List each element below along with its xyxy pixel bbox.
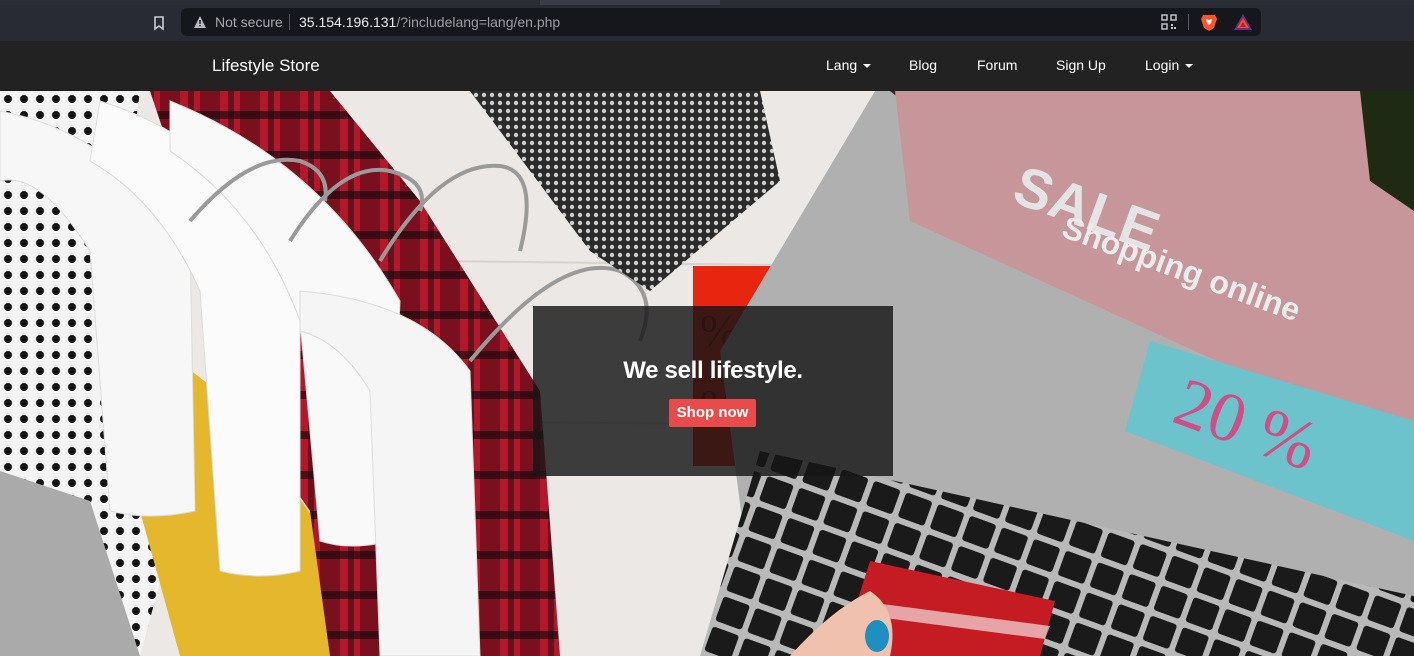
caret-down-icon [863, 64, 872, 69]
url-divider [289, 14, 290, 30]
nav-lang-label: Lang [826, 57, 858, 73]
nav-lang-dropdown[interactable]: Lang [826, 57, 872, 73]
warning-icon[interactable] [193, 15, 207, 29]
nav-forum-link[interactable]: Forum [977, 57, 1017, 73]
bookmark-icon[interactable] [150, 14, 168, 32]
hero-tagline: We sell lifestyle. [623, 357, 803, 384]
nav-signup-link[interactable]: Sign Up [1056, 57, 1106, 73]
hero-banner: %50 %20 SALE Shopping online 20 % We sel… [0, 91, 1414, 656]
nav-login-dropdown[interactable]: Login [1145, 57, 1194, 73]
brave-shields-icon[interactable] [1199, 12, 1219, 32]
brave-rewards-icon[interactable] [1233, 13, 1253, 31]
site-navbar: Lifestyle Store Lang Blog Forum Sign Up … [0, 41, 1414, 91]
caret-down-icon [1185, 64, 1194, 69]
qr-code-icon[interactable] [1161, 14, 1177, 30]
nav-login-label: Login [1145, 57, 1180, 73]
url-path: /?includelang=lang/en.php [396, 14, 561, 30]
toolbar-divider [1188, 14, 1189, 30]
hero-overlay-panel: We sell lifestyle. Shop now [533, 306, 893, 476]
browser-toolbar: Not secure 35.154.196.131/?includelang=l… [0, 5, 1414, 41]
security-label: Not secure [215, 14, 283, 30]
url-text[interactable]: 35.154.196.131/?includelang=lang/en.php [299, 14, 560, 30]
address-bar[interactable]: Not secure 35.154.196.131/?includelang=l… [181, 8, 1261, 36]
brand-logo[interactable]: Lifestyle Store [212, 56, 320, 76]
nav-blog-link[interactable]: Blog [909, 57, 937, 73]
shop-now-button[interactable]: Shop now [669, 399, 756, 427]
url-host: 35.154.196.131 [299, 14, 397, 30]
